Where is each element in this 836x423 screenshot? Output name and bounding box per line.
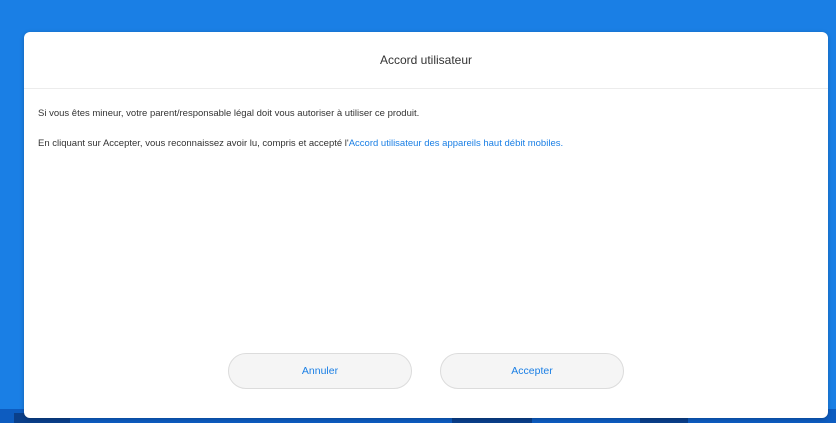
dialog-actions: Annuler Accepter: [24, 353, 828, 389]
dialog-title: Accord utilisateur: [379, 53, 473, 67]
dialog-body: Si vous êtes mineur, votre parent/respon…: [24, 89, 828, 151]
dialog-header: Accord utilisateur: [24, 32, 828, 89]
cancel-button[interactable]: Annuler: [228, 353, 412, 389]
minor-notice-text: Si vous êtes mineur, votre parent/respon…: [38, 108, 420, 119]
agreement-text: En cliquant sur Accepter, vous reconnais…: [38, 137, 814, 151]
agreement-text-prefix: En cliquant sur Accepter, vous reconnais…: [38, 138, 349, 149]
user-agreement-link[interactable]: Accord utilisateur des appareils haut dé…: [349, 138, 563, 149]
accept-button[interactable]: Accepter: [440, 353, 624, 389]
user-agreement-dialog: Accord utilisateur Si vous êtes mineur, …: [24, 32, 828, 418]
